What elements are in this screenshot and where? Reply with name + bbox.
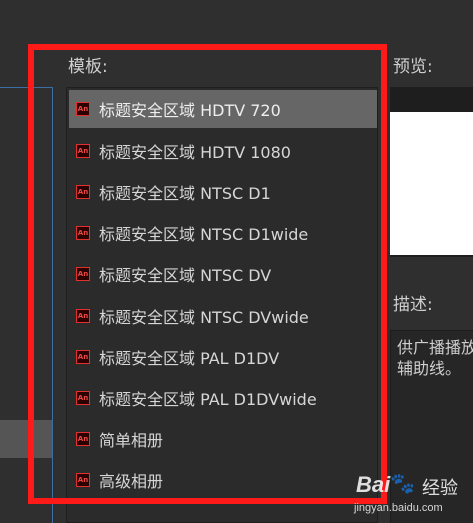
description-line-1: 供广播播放	[397, 338, 473, 357]
template-item-label: 标题安全区域 NTSC D1	[99, 184, 271, 203]
an-file-icon: An	[76, 144, 90, 158]
template-item-ntsc-d1[interactable]: An 标题安全区域 NTSC D1	[69, 173, 377, 211]
category-selected-item[interactable]	[0, 420, 52, 458]
an-file-icon: An	[76, 185, 90, 199]
description-line-2: 辅助线。	[397, 359, 462, 378]
new-from-template-dialog: 模板: 预览: 描述: An 标题安全区域 HDTV 720 An 标题安全区域…	[0, 0, 473, 523]
description-label: 描述:	[393, 295, 433, 315]
template-list[interactable]: An 标题安全区域 HDTV 720 An 标题安全区域 HDTV 1080 A…	[66, 87, 378, 523]
baidu-jingyan-watermark: Bai 🐾 经验 jingyan.baidu.com	[352, 468, 472, 520]
watermark-brand: 经验	[422, 478, 458, 499]
an-file-icon: An	[76, 309, 90, 323]
preview-panel	[390, 87, 473, 257]
template-item-hdtv-720[interactable]: An 标题安全区域 HDTV 720	[69, 90, 377, 128]
template-item-advanced-album[interactable]: An 高级相册	[69, 461, 377, 499]
template-item-label: 标题安全区域 PAL D1DV	[99, 349, 280, 368]
an-file-icon: An	[76, 473, 90, 487]
template-item-label: 高级相册	[99, 472, 164, 491]
watermark-url: jingyan.baidu.com	[354, 502, 443, 514]
template-item-label: 标题安全区域 NTSC DVwide	[99, 308, 309, 327]
an-file-icon: An	[76, 391, 90, 405]
template-item-label: 标题安全区域 HDTV 1080	[99, 143, 291, 162]
template-item-label: 标题安全区域 NTSC DV	[99, 266, 272, 285]
template-item-simple-album[interactable]: An 简单相册	[69, 420, 377, 458]
an-file-icon: An	[76, 226, 90, 240]
template-item-label: 标题安全区域 NTSC D1wide	[99, 225, 309, 244]
template-item-pal-d1dv[interactable]: An 标题安全区域 PAL D1DV	[69, 338, 377, 376]
template-item-ntsc-d1wide[interactable]: An 标题安全区域 NTSC D1wide	[69, 214, 377, 252]
template-item-label: 标题安全区域 HDTV 720	[99, 101, 281, 120]
template-item-pal-d1dvwide[interactable]: An 标题安全区域 PAL D1DVwide	[69, 379, 377, 417]
watermark-logo: Bai	[356, 472, 391, 497]
an-file-icon: An	[76, 267, 90, 281]
paw-icon: 🐾	[390, 471, 415, 495]
template-item-label: 简单相册	[99, 431, 164, 450]
template-item-ntsc-dvwide[interactable]: An 标题安全区域 NTSC DVwide	[69, 297, 377, 335]
preview-label: 预览:	[393, 57, 433, 77]
an-file-icon: An	[76, 350, 90, 364]
an-file-icon: An	[76, 432, 90, 446]
preview-image	[390, 112, 473, 255]
template-item-hdtv-1080[interactable]: An 标题安全区域 HDTV 1080	[69, 132, 377, 170]
an-file-icon: An	[76, 102, 90, 116]
template-label: 模板:	[68, 57, 108, 77]
template-item-ntsc-dv[interactable]: An 标题安全区域 NTSC DV	[69, 255, 377, 293]
template-item-label: 标题安全区域 PAL D1DVwide	[99, 390, 317, 409]
